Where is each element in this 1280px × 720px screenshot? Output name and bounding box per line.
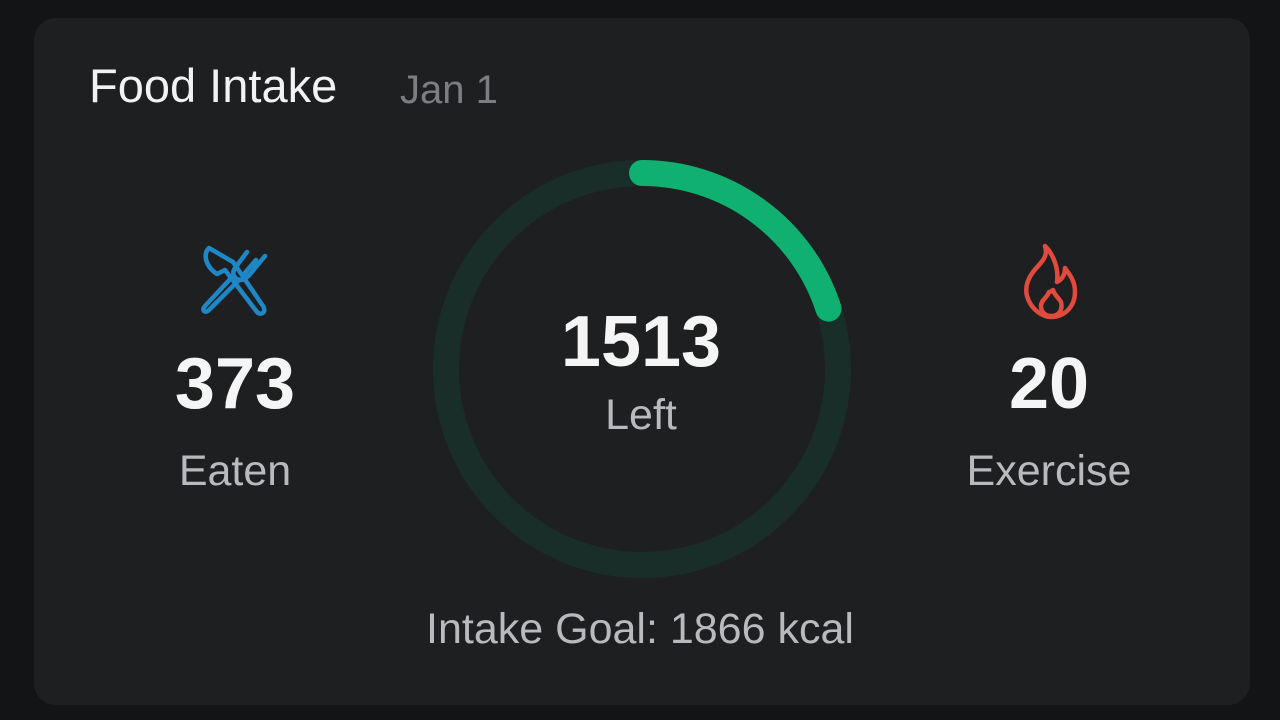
- eaten-stat: 373 Eaten: [75, 240, 395, 493]
- card-title: Food Intake: [89, 59, 338, 112]
- calories-left-label: Left: [605, 391, 677, 439]
- exercise-label: Exercise: [966, 447, 1132, 495]
- card-date: Jan 1: [400, 68, 498, 112]
- exercise-value: 20: [1008, 344, 1090, 424]
- fork-knife-icon: [75, 240, 395, 325]
- flame-icon: [889, 240, 1209, 325]
- intake-goal: Intake Goal: 1866 kcal: [426, 605, 854, 653]
- exercise-stat: 20 Exercise: [889, 240, 1209, 493]
- calories-left-value: 1513: [560, 302, 722, 382]
- eaten-value: 373: [174, 344, 296, 424]
- eaten-label: Eaten: [178, 447, 292, 495]
